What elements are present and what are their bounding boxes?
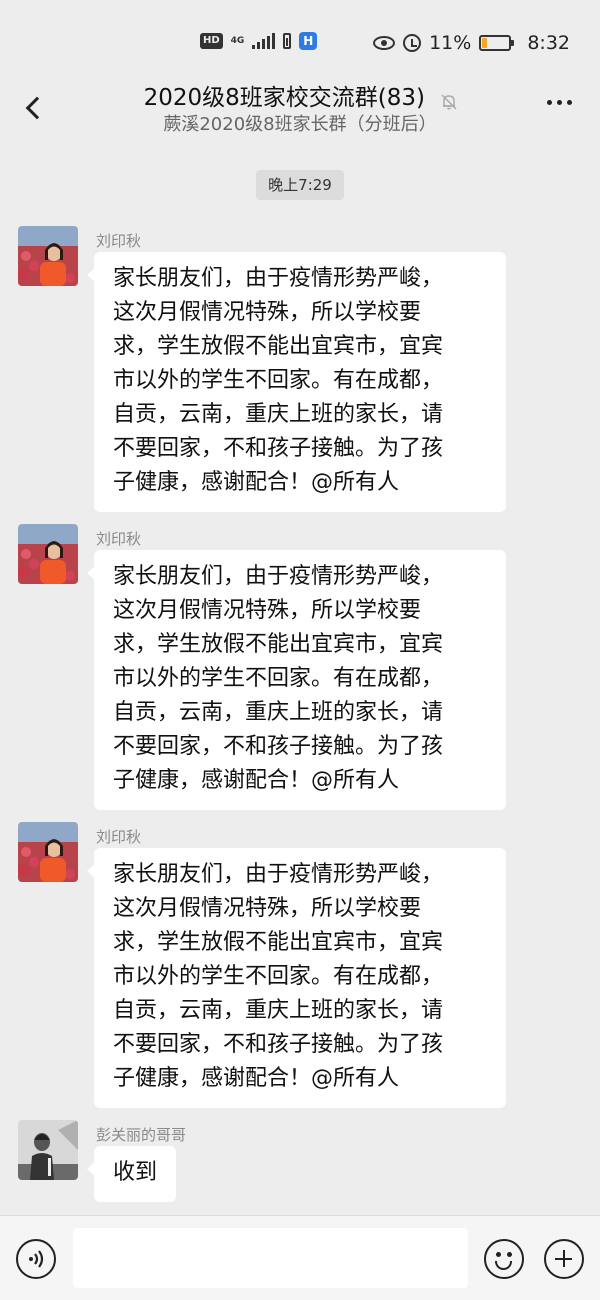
chat-title-row: 2020级8班家校交流群(83)	[0, 78, 600, 112]
sim-battery-icon	[283, 33, 292, 49]
battery-fill	[482, 38, 488, 48]
status-bar: HD 4G H 11% 8:32	[0, 0, 600, 72]
message-line: 这次月假情况特殊，所以学校要	[113, 598, 422, 623]
message-line: 自贡，云南，重庆上班的家长，请	[113, 700, 444, 725]
more-button[interactable]	[547, 100, 572, 105]
chat-subtitle: 蕨溪2020级8班家长群（分班后）	[163, 114, 437, 135]
message-line: 子健康，感谢配合！@所有人	[113, 768, 400, 793]
message-line: 市以外的学生不回家。有在成都，	[113, 964, 444, 989]
sender-name: 刘印秋	[96, 530, 142, 548]
voice-button[interactable]	[16, 1239, 56, 1279]
network-type: 4G	[230, 35, 245, 46]
message-line: 家长朋友们，由于疫情形势严峻，	[113, 266, 444, 291]
chat-title: 2020级8班家校交流群(83)	[143, 85, 426, 111]
message-line: 子健康，感谢配合！@所有人	[113, 1066, 400, 1091]
emoji-eye	[507, 1252, 512, 1257]
time-divider: 晚上7:29	[256, 170, 344, 200]
clock: 8:32	[527, 32, 570, 54]
hd-icon: HD	[200, 33, 223, 49]
alarm-icon	[403, 34, 422, 52]
app-notification-icon: H	[299, 32, 318, 50]
message-line: 不要回家，不和孩子接触。为了孩	[113, 734, 444, 759]
sender-avatar[interactable]	[18, 524, 78, 584]
battery-icon	[479, 35, 515, 51]
more-icon	[547, 100, 552, 105]
message-line: 自贡，云南，重庆上班的家长，请	[113, 402, 444, 427]
message-line: 求，学生放假不能出宜宾市，宜宾	[113, 334, 444, 359]
message-line: 家长朋友们，由于疫情形势严峻，	[113, 862, 444, 887]
sender-avatar[interactable]	[18, 822, 78, 882]
message-line: 收到	[113, 1160, 158, 1185]
message-line: 市以外的学生不回家。有在成都，	[113, 368, 444, 393]
message-line: 这次月假情况特殊，所以学校要	[113, 896, 422, 921]
sender-name: 彭关丽的哥哥	[96, 1126, 187, 1144]
voice-icon	[29, 1250, 44, 1268]
emoji-icon	[496, 1252, 501, 1257]
message-line: 不要回家，不和孩子接触。为了孩	[113, 1032, 444, 1057]
message-bubble[interactable]: 家长朋友们，由于疫情形势严峻， 这次月假情况特殊，所以学校要 求，学生放假不能出…	[87, 550, 506, 810]
message-line: 家长朋友们，由于疫情形势严峻，	[113, 564, 444, 589]
message-bubble[interactable]: 家长朋友们，由于疫情形势严峻， 这次月假情况特殊，所以学校要 求，学生放假不能出…	[87, 848, 506, 1108]
message-line: 不要回家，不和孩子接触。为了孩	[113, 436, 444, 461]
message-input[interactable]	[73, 1228, 468, 1288]
sender-name: 刘印秋	[96, 828, 142, 846]
message-line: 求，学生放假不能出宜宾市，宜宾	[113, 632, 444, 657]
sender-avatar[interactable]	[18, 226, 78, 286]
input-bar	[0, 1215, 600, 1300]
mute-bell-icon	[440, 91, 457, 110]
sender-name: 刘印秋	[96, 232, 142, 250]
chat-header: 2020级8班家校交流群(83) 蕨溪2020级8班家长群（分班后）	[0, 72, 600, 144]
battery-percent: 11%	[429, 32, 472, 54]
message-bubble[interactable]: 收到	[86, 1146, 177, 1202]
emoji-mouth	[495, 1261, 512, 1270]
status-right-icons: 11% 8:32	[373, 32, 570, 54]
signal-icon	[252, 33, 276, 49]
plus-button[interactable]	[544, 1239, 584, 1279]
message-line: 这次月假情况特殊，所以学校要	[113, 300, 422, 325]
message-bubble[interactable]: 家长朋友们，由于疫情形势严峻， 这次月假情况特殊，所以学校要 求，学生放假不能出…	[87, 252, 506, 512]
sender-avatar[interactable]	[18, 1120, 78, 1180]
message-line: 市以外的学生不回家。有在成都，	[113, 666, 444, 691]
emoji-button[interactable]	[484, 1239, 524, 1279]
status-left-icons: HD 4G H	[200, 32, 318, 50]
message-line: 自贡，云南，重庆上班的家长，请	[113, 998, 444, 1023]
message-line: 求，学生放假不能出宜宾市，宜宾	[113, 930, 444, 955]
message-line: 子健康，感谢配合！@所有人	[113, 470, 400, 495]
eye-icon	[373, 36, 396, 50]
